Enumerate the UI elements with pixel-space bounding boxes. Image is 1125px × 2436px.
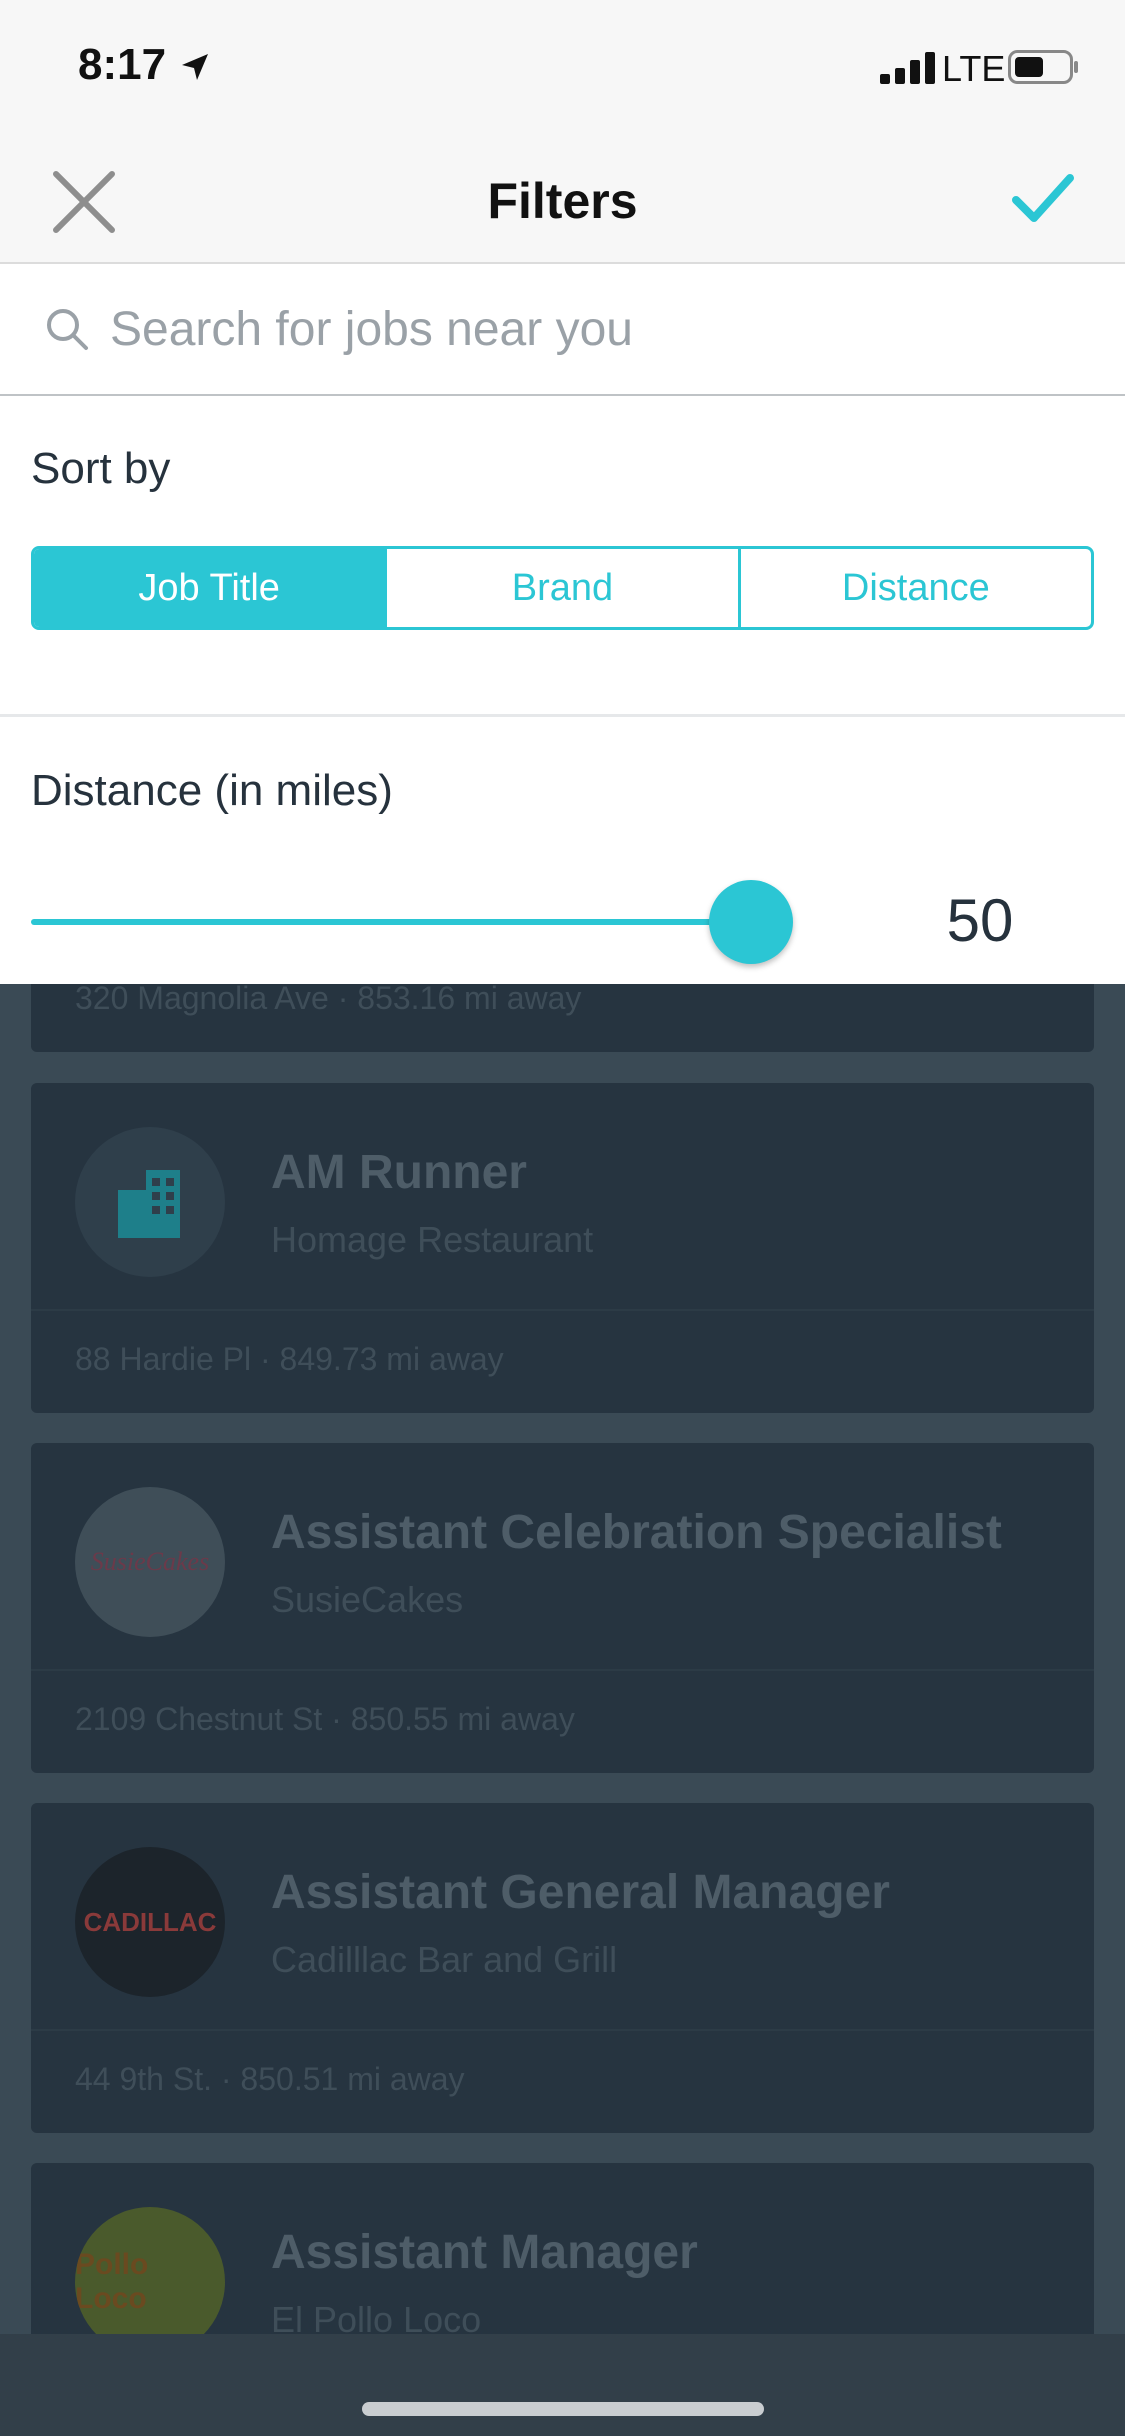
logo-text: SusieCakes — [90, 1547, 210, 1576]
distance-slider-track[interactable] — [31, 919, 751, 925]
search-input[interactable] — [110, 284, 1090, 374]
logo-text: Pollo Loco — [75, 2248, 149, 2315]
section-divider — [0, 714, 1125, 717]
carrier-label: LTE — [942, 48, 1006, 89]
job-card: AM Runner Homage Restaurant 88 Hardie Pl… — [31, 1083, 1094, 1413]
logo-text: CADILLAC — [83, 1906, 217, 1937]
job-brand: SusieCakes — [271, 1579, 464, 1620]
brand-logo: CADILLAC — [75, 1847, 225, 1997]
distance-label: Distance (in miles) — [31, 766, 393, 815]
building-icon — [75, 1127, 225, 1277]
distance-slider-thumb[interactable] — [709, 880, 793, 964]
home-bar-area — [0, 2334, 1125, 2436]
job-title: Assistant Celebration Specialist — [271, 1506, 1002, 1559]
sort-by-label: Sort by — [31, 444, 171, 493]
job-title: AM Runner — [271, 1146, 527, 1199]
job-address: 2109 Chestnut St · 850.55 mi away — [75, 1701, 575, 1737]
home-indicator[interactable] — [362, 2402, 764, 2416]
brand-logo: SusieCakes — [75, 1487, 225, 1637]
page-title: Filters — [487, 173, 638, 229]
search-icon — [47, 309, 88, 350]
job-card: SusieCakes Assistant Celebration Special… — [31, 1443, 1094, 1773]
nav-bar: Filters — [0, 140, 1125, 264]
card-divider — [31, 2029, 1094, 2031]
sort-segmented-control: Job Title Brand Distance — [31, 546, 1094, 630]
signal-icon — [880, 52, 935, 84]
job-brand: Homage Restaurant — [271, 1219, 594, 1260]
job-card: CADILLAC Assistant General Manager Cadil… — [31, 1803, 1094, 2133]
job-address: 320 Magnolia Ave · 853.16 mi away — [75, 980, 582, 1016]
search-bar — [0, 264, 1125, 396]
battery-icon — [1008, 50, 1078, 84]
checkmark-done-button[interactable] — [1010, 166, 1074, 230]
card-divider — [31, 1669, 1094, 1671]
location-arrow-icon — [182, 54, 208, 80]
sort-option-job-title[interactable]: Job Title — [34, 549, 385, 627]
filter-sheet: 8:17 LTE Filters Search for jobs near yo… — [0, 0, 1125, 984]
job-address: 88 Hardie Pl · 849.73 mi away — [75, 1341, 504, 1377]
job-card: Pollo Loco Assistant Manager El Pollo Lo… — [31, 2163, 1094, 2363]
distance-value: 50 — [946, 887, 1014, 954]
status-bar: 8:17 LTE — [0, 0, 1125, 140]
sort-option-brand[interactable]: Brand — [384, 549, 737, 627]
sort-option-distance[interactable]: Distance — [737, 549, 1091, 627]
job-title: Assistant Manager — [271, 2226, 698, 2279]
card-divider — [31, 1309, 1094, 1311]
job-brand: Cadilllac Bar and Grill — [271, 1939, 618, 1980]
job-title: Assistant General Manager — [271, 1866, 890, 1919]
status-time: 8:17 — [78, 40, 167, 89]
job-address: 44 9th St. · 850.51 mi away — [75, 2061, 465, 2097]
